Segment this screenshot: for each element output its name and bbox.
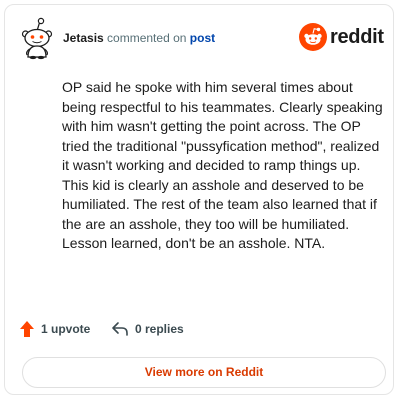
reddit-logo[interactable]: reddit bbox=[299, 23, 384, 53]
view-more-button[interactable]: View more on Reddit bbox=[22, 357, 386, 388]
comment-header: Jetasis commented on post reddit bbox=[19, 17, 384, 61]
arrow-up-icon bbox=[19, 320, 35, 338]
user-avatar-icon[interactable] bbox=[19, 17, 55, 61]
comment-body: OP said he spoke with him several times … bbox=[62, 79, 383, 251]
username-link[interactable]: Jetasis bbox=[63, 31, 104, 45]
replies-count: 0 replies bbox=[135, 322, 184, 336]
comment-byline: Jetasis commented on post bbox=[63, 30, 215, 46]
reddit-snoo-icon bbox=[299, 23, 327, 51]
upvote-count: 1 upvote bbox=[41, 322, 91, 336]
post-link[interactable]: post bbox=[190, 31, 215, 45]
comment-embed-card: Jetasis commented on post reddit OP said… bbox=[4, 4, 394, 395]
replies-button[interactable]: 0 replies bbox=[111, 319, 184, 339]
reddit-wordmark: reddit bbox=[330, 26, 384, 48]
upvote-button[interactable]: 1 upvote bbox=[19, 319, 90, 339]
commented-on-text: commented on bbox=[107, 31, 187, 45]
reply-arrow-icon bbox=[111, 321, 129, 337]
